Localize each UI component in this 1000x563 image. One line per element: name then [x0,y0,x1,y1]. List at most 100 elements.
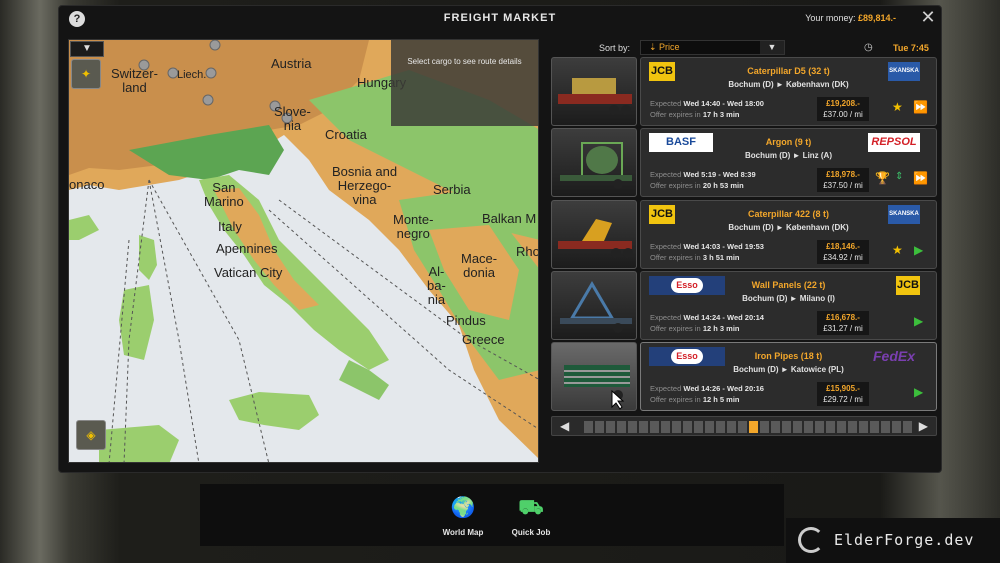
scroll-segment[interactable] [903,421,912,433]
scroll-segment[interactable] [716,421,725,433]
scroll-left-icon[interactable]: ◀ [560,419,569,433]
job-row[interactable]: JCB Caterpillar 422 (8 t) SKANSKA Bochum… [551,200,937,269]
job-price: £18,978.- £37.50 / mi [817,168,869,192]
scroll-segment[interactable] [815,421,824,433]
job-price: £18,146.- £34.92 / mi [817,240,869,264]
expected-value: Wed 14:40 - Wed 18:00 [683,99,764,108]
scroll-segment[interactable] [694,421,703,433]
money-label: Your money: [805,13,856,23]
map-label: Italy [218,219,242,234]
expires-label: Offer expires in [650,395,701,404]
scroll-segment[interactable] [782,421,791,433]
job-row[interactable]: JCB Caterpillar D5 (32 t) SKANSKA Bochum… [551,57,937,126]
map-label: Liech. [177,69,207,81]
scroll-segment[interactable] [738,421,747,433]
cargo-name: Caterpillar D5 (32 t) [747,66,830,76]
job-row[interactable]: Esso Wall Panels (22 t) JCB Bochum (D) ►… [551,271,937,340]
map-label: Pindus [446,313,486,328]
cargo-name: Argon (9 t) [765,137,812,147]
scroll-segment[interactable] [870,421,879,433]
job-route: Bochum (D) ► København (DK) [728,223,849,232]
help-icon[interactable]: ? [69,11,85,27]
job-card[interactable]: Esso Iron Pipes (18 t) FedEx Bochum (D) … [640,342,937,411]
clock-icon: ◷ [864,42,873,53]
play-icon[interactable]: ▶ [914,243,923,257]
watermark: ElderForge.dev [786,518,1000,563]
close-icon[interactable]: ✕ [919,9,937,27]
scroll-segment[interactable] [859,421,868,433]
trailer-thumbnail [551,342,637,411]
scroll-segment[interactable] [760,421,769,433]
map-hint: Select cargo to see route details [391,40,538,126]
scroll-segment[interactable] [771,421,780,433]
map-label: Balkan M [482,211,537,226]
expires-label: Offer expires in [650,324,701,333]
scroll-segment[interactable] [617,421,626,433]
scroll-segment[interactable] [672,421,681,433]
map-label: Croatia [325,127,367,142]
job-timing: Expected Wed 14:26 - Wed 20:16 Offer exp… [650,383,764,405]
sort-select[interactable]: ⇣ Price ▼ [640,40,785,55]
job-route: Bochum (D) ► Milano (I) [742,294,835,303]
expected-value: Wed 5:19 - Wed 8:39 [683,170,756,179]
map-label: Vatican City [214,265,283,280]
scroll-segment[interactable] [650,421,659,433]
sort-value: Price [659,42,680,52]
world-map-button[interactable]: 🌍 World Map [433,491,493,537]
expected-label: Expected [650,99,682,108]
chevron-down-icon: ▼ [760,41,784,54]
map-label: Slove-nia [274,104,311,133]
scroll-segment[interactable] [606,421,615,433]
trailer-thumbnail [551,271,637,340]
scroll-segment[interactable] [826,421,835,433]
fast-forward-icon[interactable]: ⏩ [913,171,928,185]
job-timing: Expected Wed 5:19 - Wed 8:39 Offer expir… [650,169,756,191]
scroll-segment[interactable] [639,421,648,433]
job-scrollbar[interactable]: ◀ ▶ [551,416,937,436]
star-icon[interactable]: ★ [892,100,903,114]
updown-icon[interactable]: ⇕ [895,171,903,182]
scroll-segment[interactable] [595,421,604,433]
job-card[interactable]: JCB Caterpillar 422 (8 t) SKANSKA Bochum… [640,200,937,269]
map-dropdown-button[interactable]: ▼ [70,41,104,57]
job-row[interactable]: BASF Argon (9 t) REPSOL Bochum (D) ► Lin… [551,128,937,197]
job-card[interactable]: JCB Caterpillar D5 (32 t) SKANSKA Bochum… [640,57,937,126]
sort-label: Sort by: [599,43,631,53]
scroll-segment[interactable] [584,421,593,433]
scroll-segment[interactable] [793,421,802,433]
scroll-segment[interactable] [749,421,758,433]
expires-value: 12 h 5 min [702,395,740,404]
trophy-icon[interactable]: 🏆 [875,171,890,185]
scroll-segment[interactable] [683,421,692,433]
expected-label: Expected [650,384,682,393]
scroll-segment[interactable] [705,421,714,433]
map-label: Monte-negro [393,212,434,241]
map-label: Rho [516,244,539,259]
price-per-mile: £37.50 / mi [823,181,863,190]
sort-down-icon: ⇣ [649,42,660,52]
expires-value: 17 h 3 min [702,110,740,119]
map-center-icon[interactable]: ◈ [76,420,106,450]
company-logo-right: SKANSKA [888,205,920,224]
scroll-segment[interactable] [892,421,901,433]
scroll-segment[interactable] [804,421,813,433]
map-filter-icon[interactable]: ✦ [71,59,101,89]
scroll-segment[interactable] [848,421,857,433]
scroll-segment[interactable] [727,421,736,433]
scroll-segment[interactable] [661,421,670,433]
fast-forward-icon[interactable]: ⏩ [913,100,928,114]
quick-job-button[interactable]: ⛟ Quick Job [501,491,561,537]
price-total: £19,208.- [826,99,860,108]
job-card[interactable]: BASF Argon (9 t) REPSOL Bochum (D) ► Lin… [640,128,937,197]
expected-label: Expected [650,170,682,179]
star-icon[interactable]: ★ [892,243,903,257]
scroll-segment[interactable] [881,421,890,433]
scroll-right-icon[interactable]: ▶ [919,419,928,433]
job-card[interactable]: Esso Wall Panels (22 t) JCB Bochum (D) ►… [640,271,937,340]
play-icon[interactable]: ▶ [914,385,923,399]
cargo-name: Wall Panels (22 t) [751,280,826,290]
play-icon[interactable]: ▶ [914,314,923,328]
scroll-segment[interactable] [628,421,637,433]
scroll-segment[interactable] [837,421,846,433]
job-row[interactable]: Esso Iron Pipes (18 t) FedEx Bochum (D) … [551,342,937,411]
